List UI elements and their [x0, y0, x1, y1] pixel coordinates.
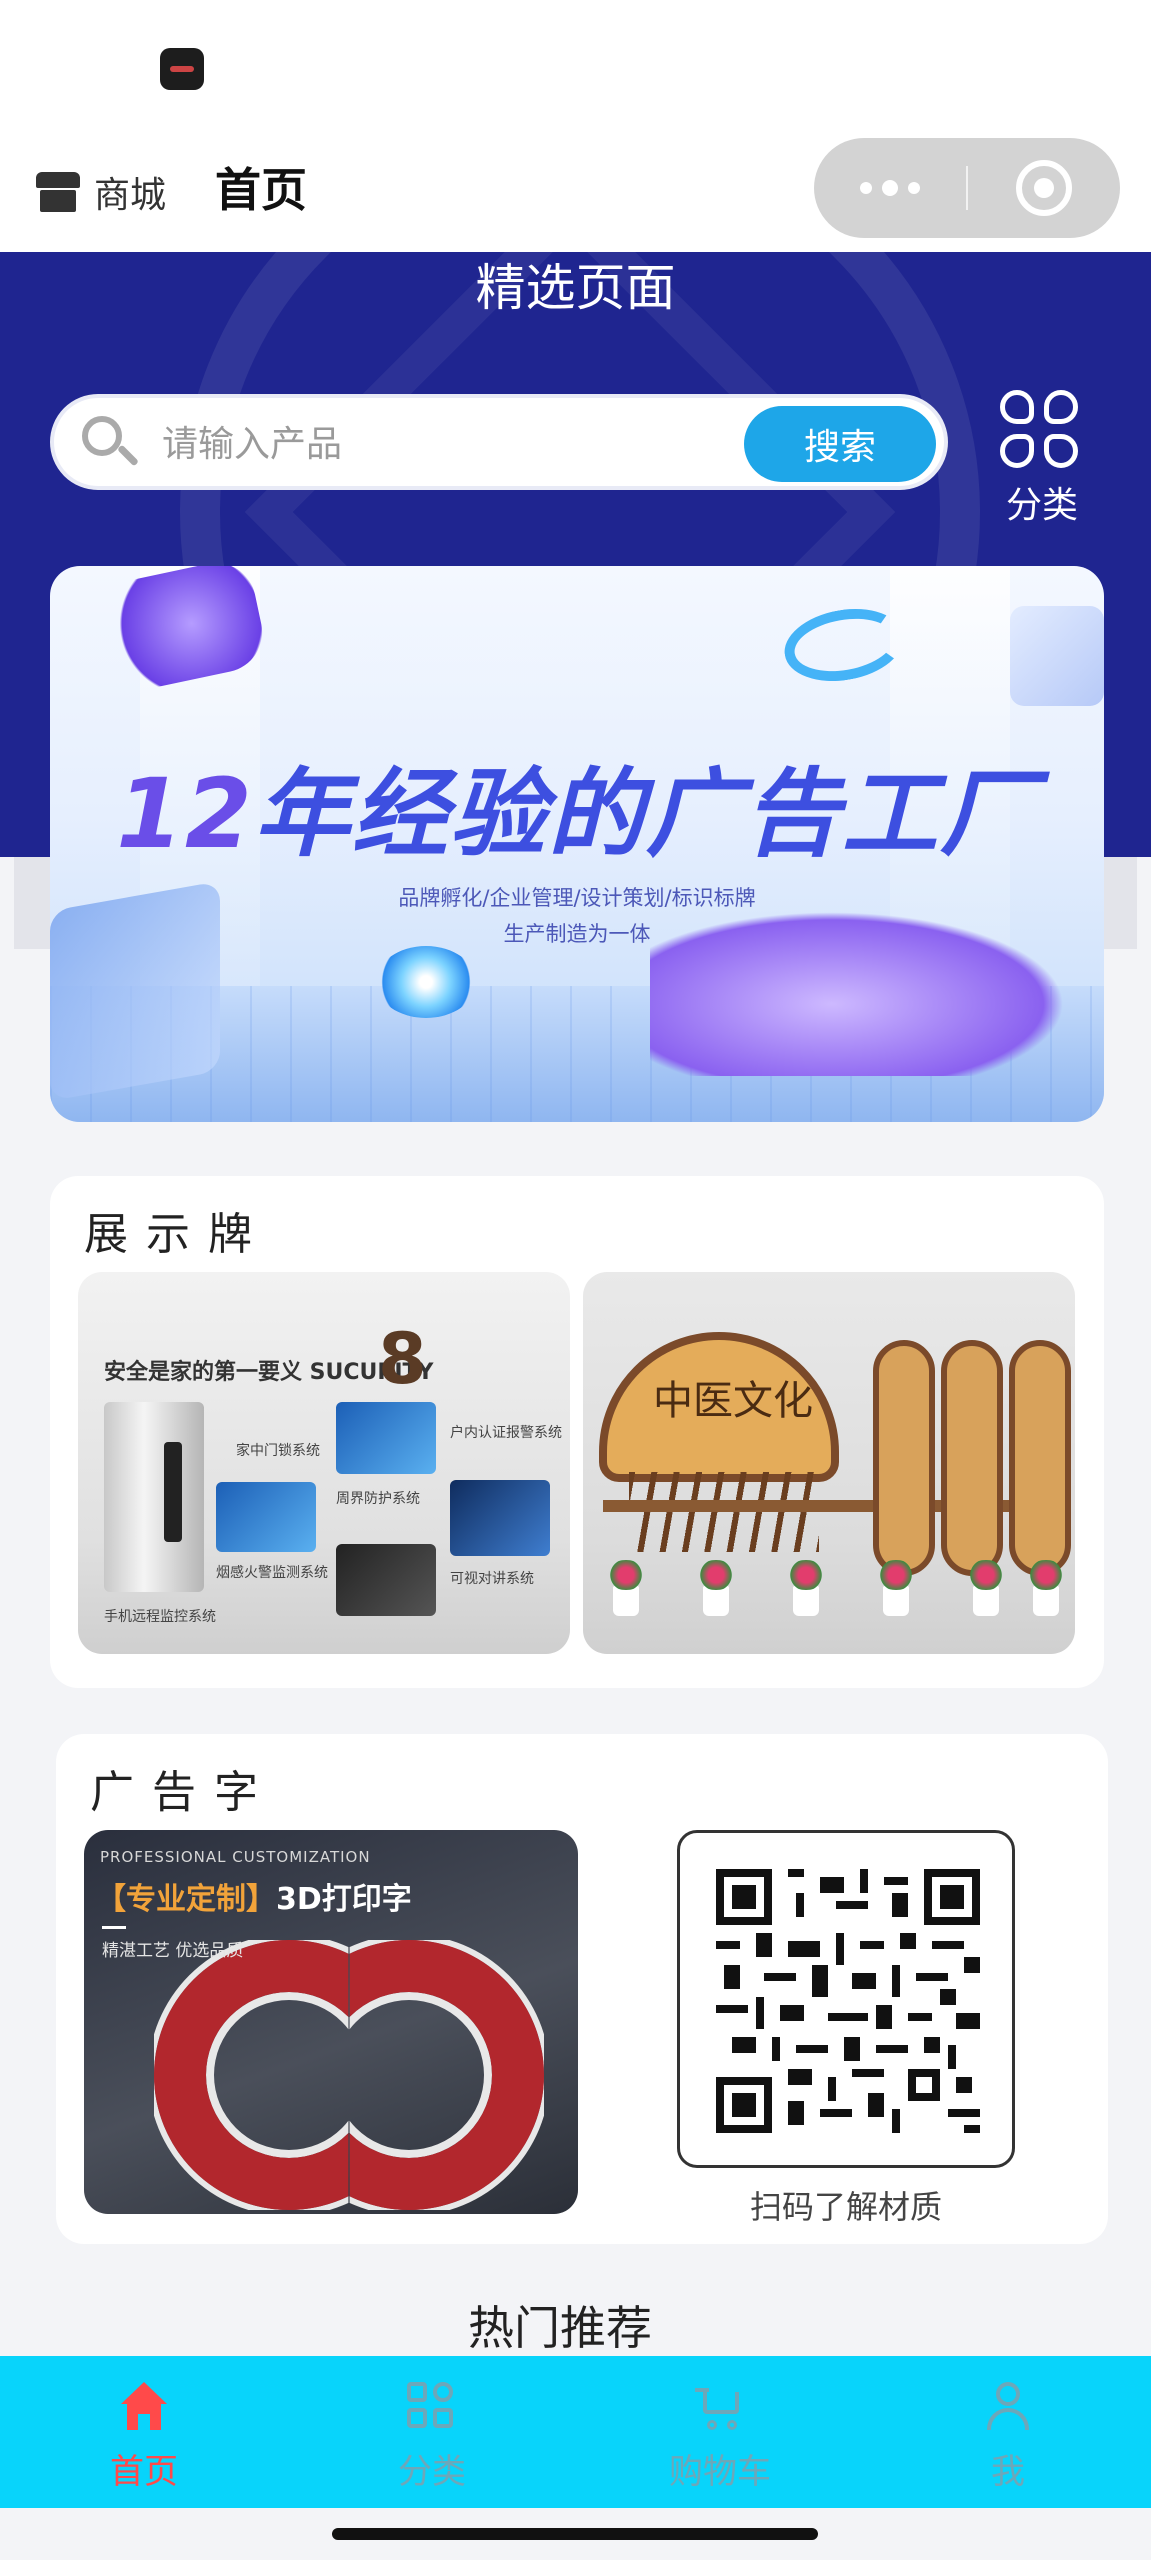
category-shortcut-label: 分类 [1005, 485, 1078, 526]
promo-banner[interactable]: 12年经验的广告工厂 品牌孵化/企业管理/设计策划/标识标牌 生产制造为一体 [50, 566, 1104, 1122]
flower-pot-icon [695, 1560, 737, 1616]
ad-letters-section: 广告字 PROFESSIONAL CUSTOMIZATION 【专业定制】3D打… [56, 1734, 1108, 2244]
search-button[interactable]: 搜索 [744, 406, 936, 482]
qr-code-icon [716, 1869, 980, 2133]
3d-letters-image[interactable]: PROFESSIONAL CUSTOMIZATION 【专业定制】3D打印字 精… [84, 1830, 578, 2214]
search-input[interactable] [162, 418, 782, 470]
cart-icon [695, 2382, 745, 2432]
search-icon [82, 416, 139, 472]
display-signs-section: 展示牌 安全是家的第一要义 SUCURITY 8 家中门锁系统 户内认证报警系统… [50, 1176, 1104, 1688]
flower-pot-icon [785, 1560, 827, 1616]
home-indicator[interactable] [332, 2528, 818, 2540]
hot-recommendations-title: 热门推荐 [468, 2301, 652, 2355]
shop-label: 商城 [94, 175, 167, 216]
tab-home[interactable]: 首页 [0, 2356, 288, 2508]
tab-category[interactable]: 分类 [288, 2356, 576, 2508]
category-shortcut-button[interactable]: 分类 [990, 390, 1094, 530]
category-grid-icon [1000, 390, 1080, 470]
page-title: 首页 [215, 163, 307, 217]
store-icon [36, 172, 80, 212]
hero-title: 精选页面 [475, 259, 676, 317]
home-icon [119, 2382, 169, 2432]
security-display-image[interactable]: 安全是家的第一要义 SUCURITY 8 家中门锁系统 户内认证报警系统 周界防… [78, 1272, 570, 1654]
close-mini-program-button[interactable] [968, 138, 1120, 238]
status-bar [0, 0, 1151, 140]
target-icon [1016, 160, 1072, 216]
tab-label: 购物车 [669, 2452, 771, 2492]
tab-cart[interactable]: 购物车 [576, 2356, 864, 2508]
qr-code-frame[interactable] [677, 1830, 1015, 2168]
tab-label: 我 [991, 2452, 1025, 2492]
cc-logo-sign [154, 1940, 578, 2214]
banner-subline-2: 生产制造为一体 [503, 922, 651, 946]
section-title: 广告字 [90, 1767, 276, 1818]
qr-caption: 扫码了解材质 [749, 2188, 942, 2226]
tab-label: 分类 [398, 2452, 466, 2492]
category-icon [407, 2382, 457, 2432]
search-bar: 搜索 [50, 394, 948, 490]
culture-wall-image[interactable]: 中医文化 [583, 1272, 1075, 1654]
lock-shield-icon [216, 1482, 316, 1552]
section-title: 展示牌 [84, 1209, 270, 1260]
smart-lock-image [104, 1402, 204, 1592]
more-menu-button[interactable] [814, 138, 966, 238]
flower-pot-icon [605, 1560, 647, 1616]
recording-indicator-icon [160, 48, 204, 90]
bottom-tab-bar: 首页 分类 购物车 我 [0, 2356, 1151, 2508]
flower-pot-icon [1025, 1560, 1067, 1616]
mini-program-capsule [814, 138, 1120, 238]
tab-profile[interactable]: 我 [864, 2356, 1151, 2508]
shop-link[interactable]: 商城 [36, 160, 166, 224]
flower-pot-icon [875, 1560, 917, 1616]
profile-icon [983, 2382, 1033, 2432]
flower-pot-icon [965, 1560, 1007, 1616]
banner-subline-1: 品牌孵化/企业管理/设计策划/标识标牌 [398, 886, 756, 910]
banner-headline: 12年经验的广告工厂 [116, 758, 1038, 870]
tab-label: 首页 [110, 2452, 178, 2492]
